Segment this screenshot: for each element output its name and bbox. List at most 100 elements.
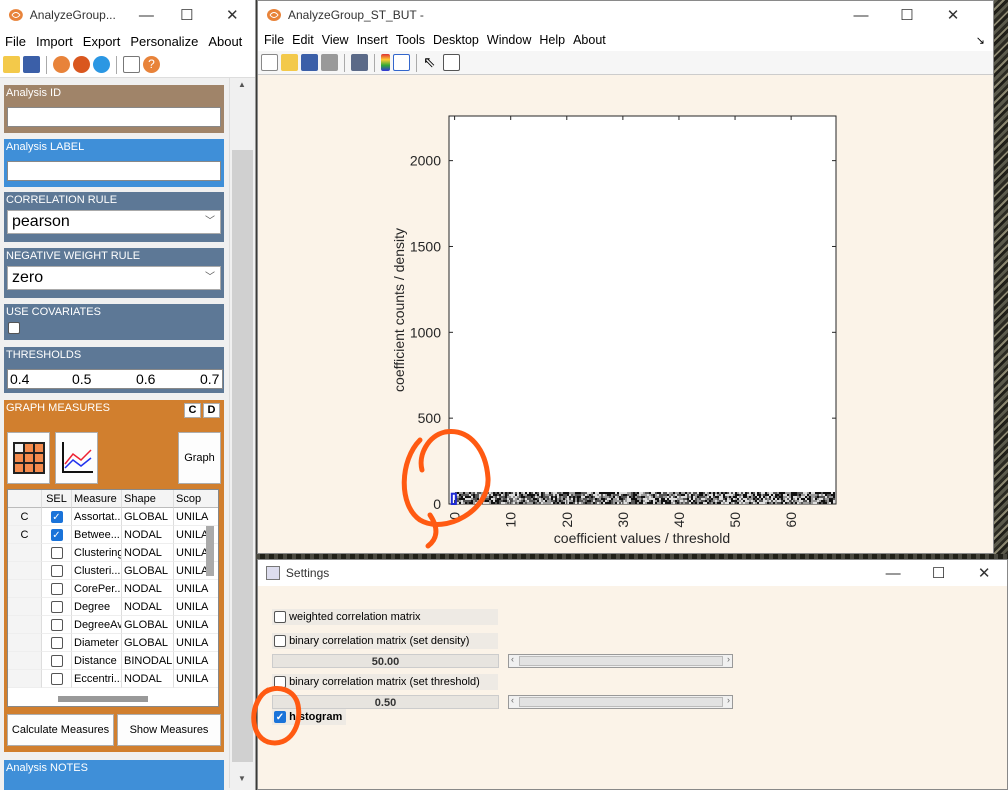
row-select-cell[interactable] (42, 598, 72, 616)
weighted-option[interactable]: weighted correlation matrix (272, 609, 498, 625)
menu-insert[interactable]: Insert (353, 33, 392, 47)
pointer-icon[interactable]: ⇖ (423, 54, 440, 71)
maximize-button[interactable]: ☐ (884, 6, 930, 24)
correlation-rule-dropdown[interactable]: pearson ﹀ (7, 210, 221, 234)
row-select-checkbox[interactable]: ✓ (50, 511, 63, 524)
deselect-c-button[interactable]: C (184, 403, 201, 418)
menu-file[interactable]: File (0, 34, 31, 49)
save-icon[interactable] (301, 54, 318, 71)
analysis-id-input[interactable] (7, 107, 221, 127)
save-icon[interactable] (23, 56, 40, 73)
menu-help[interactable]: Help (535, 33, 569, 47)
analysis-label-input[interactable] (7, 161, 221, 181)
colorbar-icon[interactable] (381, 54, 390, 71)
close-button[interactable]: ✕ (210, 6, 255, 24)
row-select-checkbox[interactable] (50, 583, 63, 596)
binary-density-option[interactable]: binary correlation matrix (set density) (272, 633, 498, 649)
row-select-checkbox[interactable] (50, 601, 63, 614)
graph-button[interactable]: Graph ... (178, 432, 221, 514)
row-select-checkbox[interactable]: ✓ (50, 529, 63, 542)
link-icon[interactable] (351, 54, 368, 71)
calculate-measures-button[interactable]: Calculate Measures (7, 714, 114, 746)
histogram-option[interactable]: ✓ histogram (272, 709, 346, 725)
row-select-checkbox[interactable] (50, 673, 63, 686)
table-row[interactable]: Eccentri... NODAL UNILA (8, 670, 218, 688)
table-header-cell[interactable]: Measure (72, 490, 122, 508)
orange-circle-icon[interactable] (73, 56, 90, 73)
slider-right-arrow-icon[interactable]: › (727, 654, 730, 664)
minimize-button[interactable]: — (838, 7, 884, 24)
table-row[interactable]: Degree NODAL UNILA (8, 598, 218, 616)
minimize-button[interactable]: — (129, 7, 165, 24)
table-header-cell[interactable]: SEL (42, 490, 72, 508)
menu-export[interactable]: Export (78, 34, 126, 49)
deselect-d-button[interactable]: D (203, 403, 220, 418)
help-icon[interactable]: ? (143, 56, 160, 73)
row-select-cell[interactable]: ✓ (42, 526, 72, 544)
scrollbar-thumb[interactable] (232, 150, 253, 762)
thresholds-input[interactable]: 0.4 0.5 0.6 0.7 (7, 369, 223, 389)
dock-arrow-icon[interactable]: ↘ (972, 34, 989, 47)
row-select-cell[interactable] (42, 616, 72, 634)
minimize-button[interactable]: — (870, 565, 916, 582)
new-file-icon[interactable] (261, 54, 278, 71)
menu-tools[interactable]: Tools (392, 33, 429, 47)
row-select-checkbox[interactable] (50, 565, 63, 578)
menu-about[interactable]: About (569, 33, 610, 47)
left-window-scrollbar[interactable]: ▲ ▼ (229, 78, 254, 788)
menu-personalize[interactable]: Personalize (125, 34, 203, 49)
twitter-icon[interactable] (93, 56, 110, 73)
globe-icon[interactable] (53, 56, 70, 73)
histogram-checkbox[interactable]: ✓ (274, 711, 286, 724)
binary-density-checkbox[interactable] (274, 635, 286, 648)
menu-window[interactable]: Window (483, 33, 535, 47)
table-header-cell[interactable]: Scop (174, 490, 218, 508)
table-header-cell[interactable]: Shape (122, 490, 174, 508)
row-select-cell[interactable]: ✓ (42, 508, 72, 526)
use-covariates-checkbox[interactable] (8, 322, 20, 334)
slider-left-arrow-icon[interactable]: ‹ (511, 695, 514, 705)
row-select-cell[interactable] (42, 634, 72, 652)
row-select-checkbox[interactable] (50, 655, 63, 668)
weighted-checkbox[interactable] (274, 611, 286, 624)
scroll-down-icon[interactable]: ▼ (238, 774, 246, 783)
binary-threshold-option[interactable]: binary correlation matrix (set threshold… (272, 674, 498, 690)
property-inspector-icon[interactable] (443, 54, 460, 71)
density-slider[interactable]: ‹ › (508, 654, 733, 668)
menu-file[interactable]: File (260, 33, 288, 47)
menu-edit[interactable]: Edit (288, 33, 318, 47)
close-button[interactable]: ✕ (930, 6, 976, 24)
row-select-checkbox[interactable] (50, 637, 63, 650)
table-row[interactable]: Distance BINODAL UNILA (8, 652, 218, 670)
table-row[interactable]: C ✓ Betwee... NODAL UNILA (8, 526, 218, 544)
menu-about[interactable]: About (203, 34, 247, 49)
legend-icon[interactable] (393, 54, 410, 71)
row-select-cell[interactable] (42, 580, 72, 598)
table-row[interactable]: CorePer... NODAL UNILA (8, 580, 218, 598)
table-row[interactable]: C ✓ Assortat... GLOBAL UNILA (8, 508, 218, 526)
density-value-field[interactable]: 50.00 (272, 654, 499, 668)
menu-view[interactable]: View (318, 33, 353, 47)
threshold-slider[interactable]: ‹ › (508, 695, 733, 709)
open-folder-icon[interactable] (281, 54, 298, 71)
plot-view-button[interactable] (55, 432, 98, 484)
show-measures-button[interactable]: Show Measures (117, 714, 221, 746)
close-button[interactable]: ✕ (961, 564, 1007, 582)
notes-icon[interactable] (123, 56, 140, 73)
binary-threshold-checkbox[interactable] (274, 676, 286, 689)
maximize-button[interactable]: ☐ (164, 6, 209, 24)
table-vertical-scrollbar[interactable] (206, 526, 214, 576)
slider-left-arrow-icon[interactable]: ‹ (511, 654, 514, 664)
menu-import[interactable]: Import (31, 34, 78, 49)
slider-right-arrow-icon[interactable]: › (727, 695, 730, 705)
menu-desktop[interactable]: Desktop (429, 33, 483, 47)
table-row[interactable]: DegreeAv GLOBAL UNILA (8, 616, 218, 634)
scroll-up-icon[interactable]: ▲ (238, 80, 246, 89)
negative-weight-rule-dropdown[interactable]: zero ﹀ (7, 266, 221, 290)
threshold-value-field[interactable]: 0.50 (272, 695, 499, 709)
table-view-button[interactable] (7, 432, 50, 484)
row-select-cell[interactable] (42, 652, 72, 670)
slider-thumb[interactable] (519, 656, 723, 666)
print-icon[interactable] (321, 54, 338, 71)
table-row[interactable]: Clusteri... GLOBAL UNILA (8, 562, 218, 580)
